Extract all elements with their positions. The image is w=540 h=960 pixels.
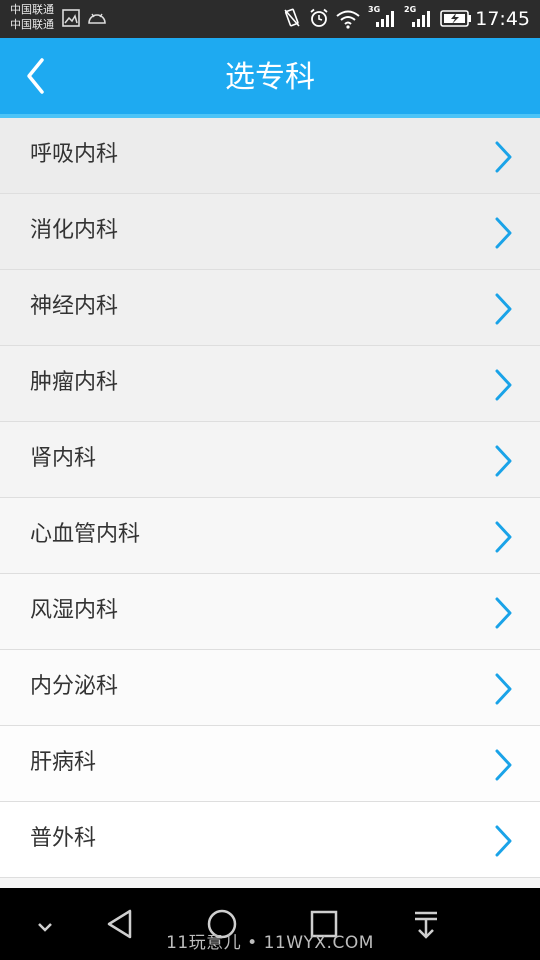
department-label: 呼吸内科 (30, 142, 119, 167)
department-label: 神经内科 (30, 294, 119, 319)
chevron-right-icon (495, 673, 512, 705)
chevron-right-icon (495, 141, 512, 173)
carrier-1: 中国联通 (10, 3, 54, 16)
department-label: 消化内科 (30, 218, 119, 243)
department-label: 风湿内科 (30, 598, 119, 623)
department-item[interactable]: 内分泌科 (0, 650, 540, 726)
battery-icon (440, 10, 471, 27)
wifi-icon (336, 10, 360, 29)
department-label: 内分泌科 (30, 674, 119, 699)
department-item[interactable]: 风湿内科 (0, 574, 540, 650)
department-item[interactable]: 神经内科 (0, 270, 540, 346)
department-label: 普外科 (30, 826, 97, 851)
department-label: 肾内科 (30, 446, 97, 471)
chevron-right-icon (495, 825, 512, 857)
status-time: 17:45 (475, 8, 530, 30)
department-label: 肝病科 (30, 750, 97, 775)
department-list: 呼吸内科消化内科神经内科肿瘤内科肾内科心血管内科风湿内科内分泌科肝病科普外科 (0, 118, 540, 878)
chevron-right-icon (495, 217, 512, 249)
department-label: 肿瘤内科 (30, 370, 119, 395)
title-bar: 选专科 (0, 38, 540, 118)
department-item[interactable]: 心血管内科 (0, 498, 540, 574)
department-item[interactable]: 肿瘤内科 (0, 346, 540, 422)
department-item[interactable]: 呼吸内科 (0, 118, 540, 194)
alarm-icon (310, 8, 328, 27)
status-bar: 中国联通 中国联通 3G 2G 17:45 (0, 0, 540, 38)
department-item[interactable]: 肾内科 (0, 422, 540, 498)
chevron-right-icon (495, 369, 512, 401)
android-icon (88, 13, 106, 24)
watermark: 11玩意儿 • 11WYX.COM (166, 933, 374, 953)
department-item[interactable]: 普外科 (0, 802, 540, 878)
department-item[interactable]: 肝病科 (0, 726, 540, 802)
chevron-right-icon (495, 597, 512, 629)
chevron-right-icon (495, 445, 512, 477)
chevron-right-icon (495, 521, 512, 553)
signal-3g-icon (376, 11, 394, 27)
carrier-info: 中国联通 中国联通 (10, 2, 54, 32)
chevron-right-icon (495, 293, 512, 325)
carrier-2: 中国联通 (10, 18, 54, 31)
chevron-right-icon (495, 749, 512, 781)
page-title: 选专科 (225, 60, 315, 95)
department-item[interactable]: 消化内科 (0, 194, 540, 270)
gallery-icon (62, 9, 80, 27)
signal-2g-icon (412, 11, 430, 27)
vibrate-off-icon (284, 8, 300, 27)
department-label: 心血管内科 (30, 522, 141, 547)
